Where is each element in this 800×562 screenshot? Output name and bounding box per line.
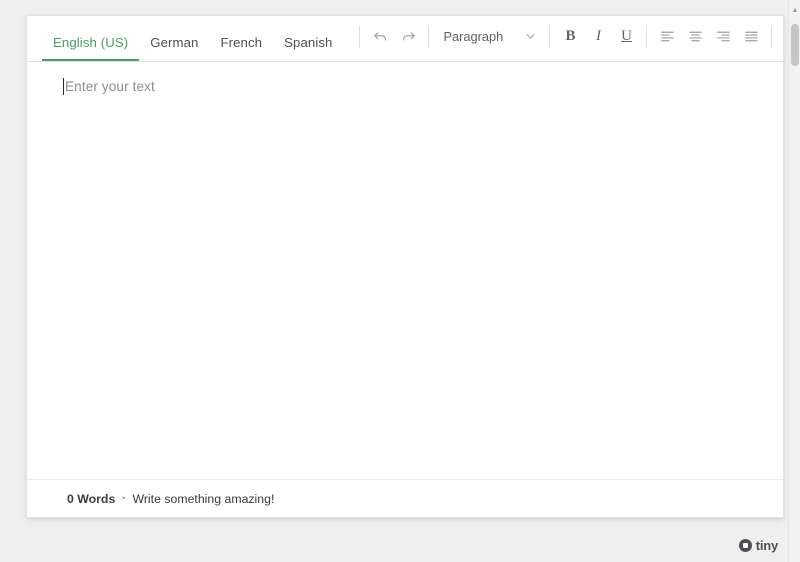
editor-placeholder-line: Enter your text <box>63 78 155 96</box>
word-count: 0 Words <box>67 491 116 506</box>
tab-german[interactable]: German <box>139 36 209 61</box>
editor-status-bar: 0 Words • Write something amazing! <box>27 479 783 517</box>
tiny-logo-inner <box>742 543 748 548</box>
bold-button[interactable]: B <box>556 23 584 51</box>
redo-icon <box>400 28 417 45</box>
tab-label: Spanish <box>284 34 333 50</box>
tab-label: French <box>220 34 263 50</box>
italic-icon: I <box>595 28 601 44</box>
align-center-button[interactable] <box>681 23 709 51</box>
tab-french[interactable]: French <box>209 36 273 61</box>
align-left-icon <box>659 28 676 45</box>
status-separator: • <box>122 493 126 503</box>
undo-icon <box>372 28 389 45</box>
align-center-icon <box>687 28 704 45</box>
redo-button[interactable] <box>394 23 422 51</box>
chevron-down-icon <box>524 30 537 43</box>
page-scrollbar[interactable]: ▲ <box>788 0 800 562</box>
scrollbar-thumb[interactable] <box>791 24 799 66</box>
tiny-logo-text: tiny <box>755 538 779 553</box>
tiny-branding[interactable]: tiny <box>738 538 779 553</box>
rich-text-editor: English (US) German French Spanish Parag… <box>26 15 784 518</box>
paragraph-format-value: Paragraph <box>443 29 504 44</box>
editor-content-area[interactable]: Enter your text <box>27 62 783 479</box>
toolbar-divider <box>771 25 773 48</box>
align-right-icon <box>715 28 732 45</box>
editor-placeholder-text: Enter your text <box>65 79 155 94</box>
italic-button[interactable]: I <box>584 23 612 51</box>
underline-button[interactable]: U <box>612 23 640 51</box>
toolbar-divider <box>549 25 551 48</box>
align-right-button[interactable] <box>709 23 737 51</box>
tiny-logo-icon <box>738 539 752 552</box>
editor-top-bar: English (US) German French Spanish Parag… <box>27 16 783 62</box>
align-justify-icon <box>743 28 760 45</box>
language-tab-strip: English (US) German French Spanish <box>27 16 343 62</box>
toolbar-divider <box>359 25 361 48</box>
tab-label: German <box>150 34 199 50</box>
align-left-button[interactable] <box>653 23 681 51</box>
bold-icon: B <box>565 28 576 44</box>
scrollbar-up-arrow-icon[interactable]: ▲ <box>789 4 800 18</box>
status-message: Write something amazing! <box>132 491 275 506</box>
tab-spanish[interactable]: Spanish <box>273 36 343 61</box>
paragraph-format-select[interactable]: Paragraph <box>435 23 543 51</box>
underline-icon: U <box>621 28 632 44</box>
tab-english-us[interactable]: English (US) <box>42 34 140 62</box>
align-justify-button[interactable] <box>737 23 765 51</box>
tab-label: English (US) <box>53 34 129 50</box>
toolbar-divider <box>428 25 430 48</box>
editor-toolbar: Paragraph B I U <box>343 16 783 61</box>
toolbar-divider <box>646 25 648 48</box>
text-caret <box>63 78 64 95</box>
undo-button[interactable] <box>366 23 394 51</box>
